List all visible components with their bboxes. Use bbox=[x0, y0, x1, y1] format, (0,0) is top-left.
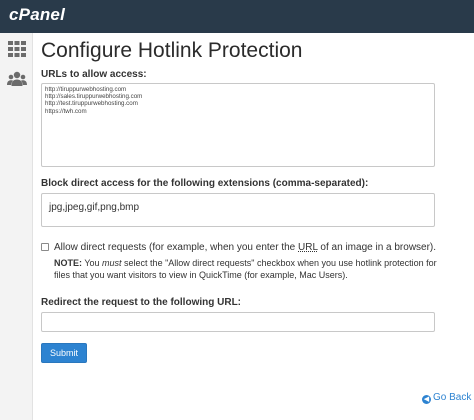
sidebar bbox=[0, 33, 33, 420]
allow-direct-checkbox[interactable] bbox=[41, 243, 49, 251]
cpanel-logo[interactable]: cPanel bbox=[9, 5, 65, 25]
extensions-label: Block direct access for the following ex… bbox=[41, 178, 369, 189]
extensions-textarea[interactable]: jpg,jpeg,gif,png,bmp bbox=[41, 193, 435, 227]
go-back-label: Go Back bbox=[433, 392, 472, 403]
submit-button[interactable]: Submit bbox=[41, 343, 87, 363]
url-abbr: URL bbox=[298, 242, 318, 253]
page-title: Configure Hotlink Protection bbox=[41, 39, 303, 62]
go-back-link[interactable]: ◀ Go Back bbox=[422, 392, 471, 404]
allowed-urls-textarea[interactable]: http://tiruppurwebhosting.com http://sal… bbox=[41, 83, 435, 167]
go-back-arrow-icon: ◀ bbox=[422, 395, 431, 404]
grid-icon[interactable] bbox=[7, 39, 27, 59]
urls-label: URLs to allow access: bbox=[41, 69, 147, 80]
note-text-1: You bbox=[82, 258, 103, 268]
quicktime-note: NOTE: You must select the "Allow direct … bbox=[54, 257, 444, 281]
redirect-label: Redirect the request to the following UR… bbox=[41, 297, 242, 308]
allow-direct-label[interactable]: Allow direct requests (for example, when… bbox=[54, 242, 436, 253]
note-prefix: NOTE: bbox=[54, 258, 82, 268]
top-bar: cPanel bbox=[0, 0, 474, 33]
allow-direct-label-before: Allow direct requests (for example, when… bbox=[54, 242, 299, 253]
redirect-url-input[interactable] bbox=[41, 312, 435, 332]
users-icon[interactable] bbox=[7, 69, 27, 89]
allow-direct-label-after: of an image in a browser). bbox=[317, 242, 437, 253]
note-emphasis: must bbox=[102, 258, 122, 268]
